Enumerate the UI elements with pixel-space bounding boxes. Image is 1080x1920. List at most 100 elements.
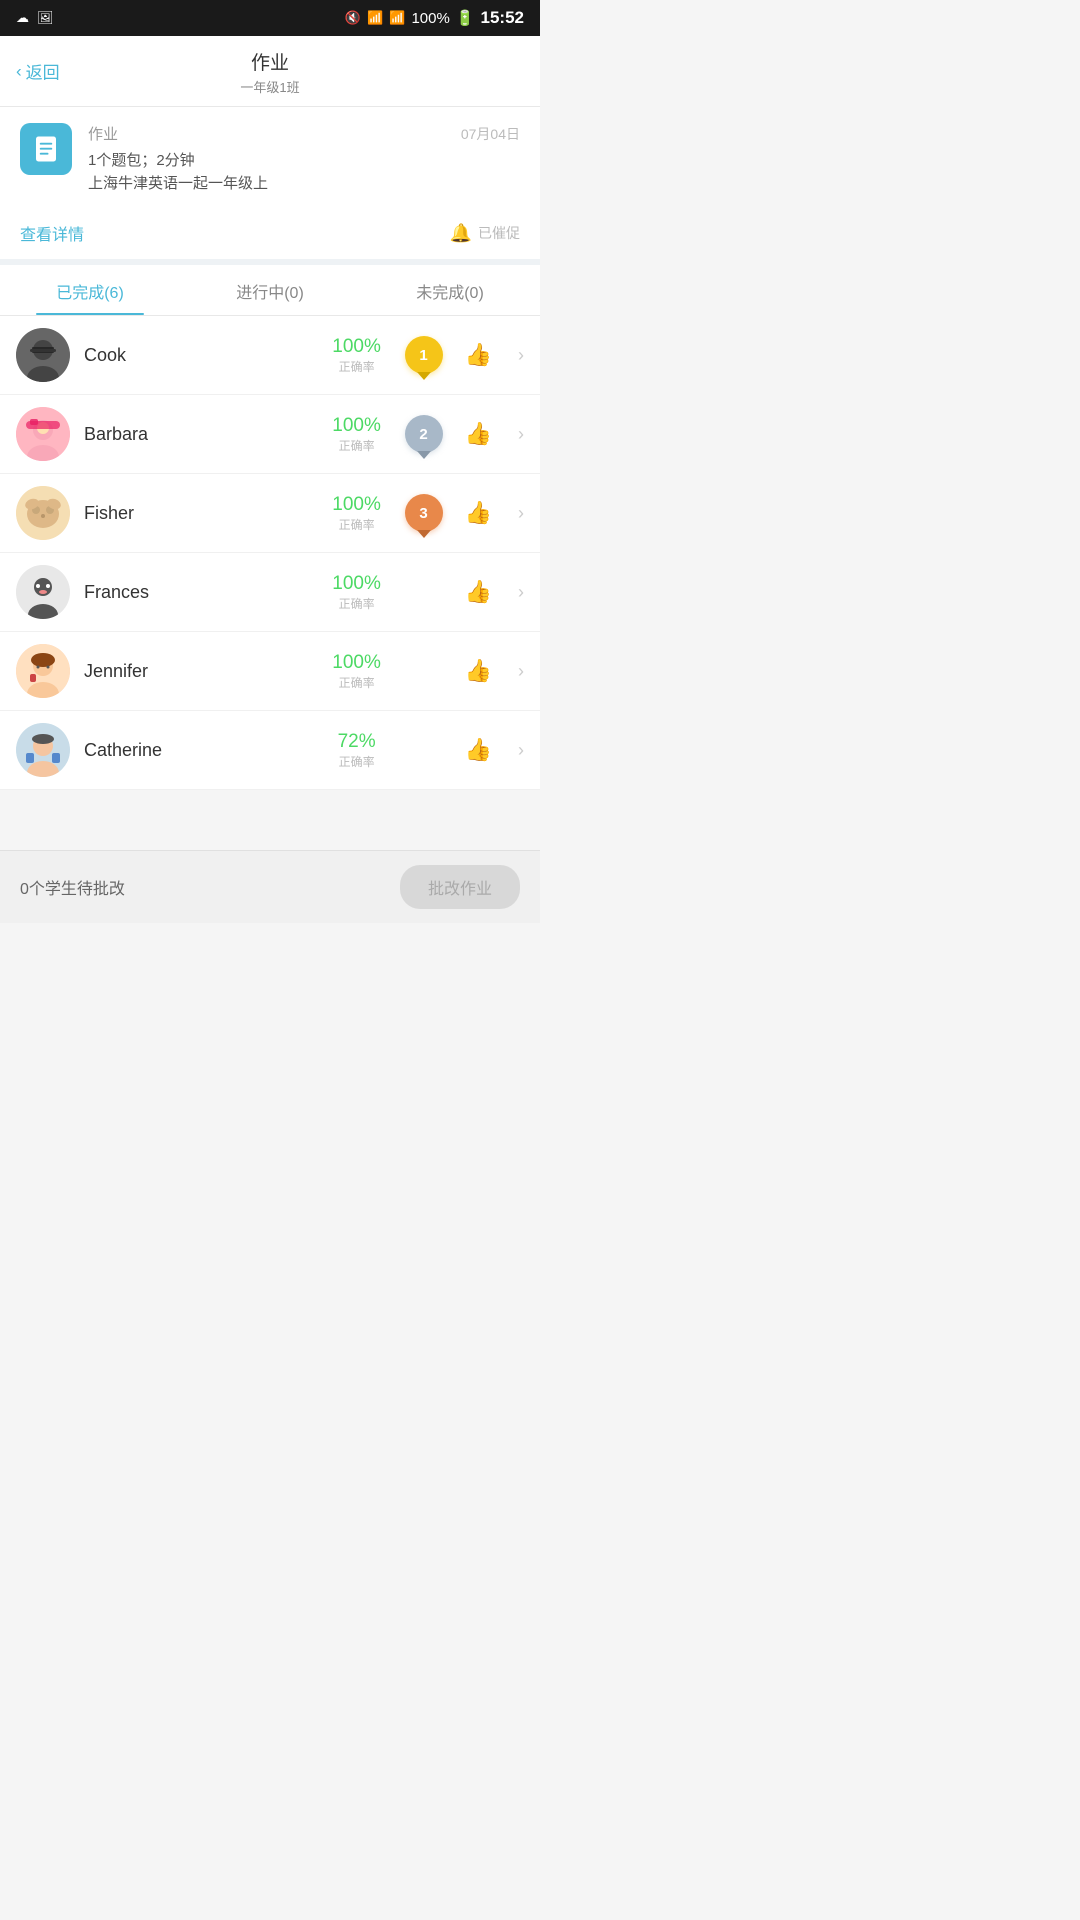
chevron-right-icon: › [518,661,524,682]
status-bar-right: 🔇 📶 📶 100% 🔋 15:52 [345,8,524,28]
assignment-header: 作业 07月04日 [88,123,520,144]
tab-incomplete[interactable]: 未完成(0) [360,265,540,315]
assignment-info: 作业 07月04日 1个题包；2分钟 上海牛津英语一起一年级上 [88,123,520,195]
fisher-avatar [16,486,70,540]
chevron-right-icon: › [518,740,524,761]
nav-bar: ‹ 返回 作业 一年级1班 [0,36,540,107]
student-name: Jennifer [84,661,317,682]
assignment-date: 07月04日 [461,124,520,144]
image-icon: 🖼 [37,10,54,26]
remind-button[interactable]: 🔔 已催促 [450,223,520,244]
assignment-desc1: 1个题包；2分钟 [88,150,520,173]
student-name: Fisher [84,503,317,524]
battery-icon: 🔋 [456,9,475,27]
table-row[interactable]: Frances 100% 正确率 👍 › [0,553,540,632]
tab-completed[interactable]: 已完成(6) [0,265,180,315]
assignment-card: 作业 07月04日 1个题包；2分钟 上海牛津英语一起一年级上 [0,107,540,211]
student-score: 100% [332,336,381,358]
signal-icon: 📶 [389,10,405,26]
jennifer-avatar [16,644,70,698]
table-row[interactable]: Cook 100% 正确率 1 👍 › [0,316,540,395]
bottom-spacer [0,790,540,850]
bell-icon: 🔔 [450,223,472,244]
score-label: 正确率 [339,595,375,612]
chevron-right-icon: › [518,503,524,524]
wifi-icon: 📶 [367,10,383,26]
table-row[interactable]: Fisher 100% 正确率 3 👍 › [0,474,540,553]
score-wrap: 100% 正确率 [331,494,383,533]
student-name: Frances [84,582,317,603]
student-score: 100% [332,573,381,595]
table-row[interactable]: Barbara 100% 正确率 2 👍 › [0,395,540,474]
avatar [16,565,70,619]
score-label: 正确率 [339,753,375,770]
medal-ribbon [417,451,431,459]
page-subtitle: 一年级1班 [240,77,299,96]
student-score: 100% [332,415,381,437]
avatar [16,486,70,540]
status-bar-left: ☁ 🖼 [16,10,54,26]
score-wrap: 100% 正确率 [331,336,383,375]
reminded-label: 已催促 [478,223,520,243]
medal-wrap: 1 [405,336,451,374]
score-label: 正确率 [339,437,375,454]
thumbup-button[interactable]: 👍 [465,342,492,368]
frances-avatar [16,565,70,619]
page-title: 作业 [251,48,289,75]
battery-pct: 100% [411,10,449,27]
cloud-icon: ☁ [16,10,29,26]
avatar [16,407,70,461]
medal-wrap: 2 [405,415,451,453]
avatar [16,328,70,382]
back-label: 返回 [26,59,60,84]
student-name: Catherine [84,740,317,761]
table-row[interactable]: Catherine 72% 正确率 👍 › [0,711,540,790]
medal-ribbon [417,372,431,380]
tab-inprogress[interactable]: 进行中(0) [180,265,360,315]
score-label: 正确率 [339,674,375,691]
pending-count: 0个学生待批改 [20,875,125,899]
thumbup-button[interactable]: 👍 [465,500,492,526]
table-row[interactable]: Jennifer 100% 正确率 👍 › [0,632,540,711]
thumbup-button[interactable]: 👍 [465,421,492,447]
thumbup-button[interactable]: 👍 [465,658,492,684]
tabs-bar: 已完成(6) 进行中(0) 未完成(0) [0,265,540,316]
silver-medal: 2 [405,415,443,453]
chevron-right-icon: › [518,424,524,445]
back-button[interactable]: ‹ 返回 [16,59,60,84]
thumbup-button[interactable]: 👍 [465,737,492,763]
footer-action-bar: 0个学生待批改 批改作业 [0,850,540,923]
avatar [16,644,70,698]
score-wrap: 100% 正确率 [331,415,383,454]
score-label: 正确率 [339,358,375,375]
gold-medal: 1 [405,336,443,374]
catherine-avatar [16,723,70,777]
student-name: Cook [84,345,317,366]
status-bar: ☁ 🖼 🔇 📶 📶 100% 🔋 15:52 [0,0,540,36]
student-name: Barbara [84,424,317,445]
barbara-avatar [16,407,70,461]
thumbup-button[interactable]: 👍 [465,579,492,605]
score-label: 正确率 [339,516,375,533]
student-score: 100% [332,494,381,516]
score-wrap: 100% 正确率 [331,573,383,612]
score-wrap: 72% 正确率 [331,731,383,770]
score-wrap: 100% 正确率 [331,652,383,691]
student-score: 100% [332,652,381,674]
cook-avatar [16,328,70,382]
medal-wrap: 3 [405,494,451,532]
view-detail-button[interactable]: 查看详情 [20,221,84,245]
assignment-desc2: 上海牛津英语一起一年级上 [88,173,520,196]
medal-ribbon [417,530,431,538]
chevron-right-icon: › [518,582,524,603]
avatar [16,723,70,777]
bluetooth-icon: 🔇 [345,10,361,26]
assignment-label: 作业 [88,123,118,144]
doc-icon [31,134,61,164]
student-list: Cook 100% 正确率 1 👍 › Barbara [0,316,540,790]
student-score: 72% [338,731,376,753]
bronze-medal: 3 [405,494,443,532]
chevron-left-icon: ‹ [16,61,22,81]
assignment-footer: 查看详情 🔔 已催促 [0,211,540,265]
grade-button[interactable]: 批改作业 [400,865,520,909]
